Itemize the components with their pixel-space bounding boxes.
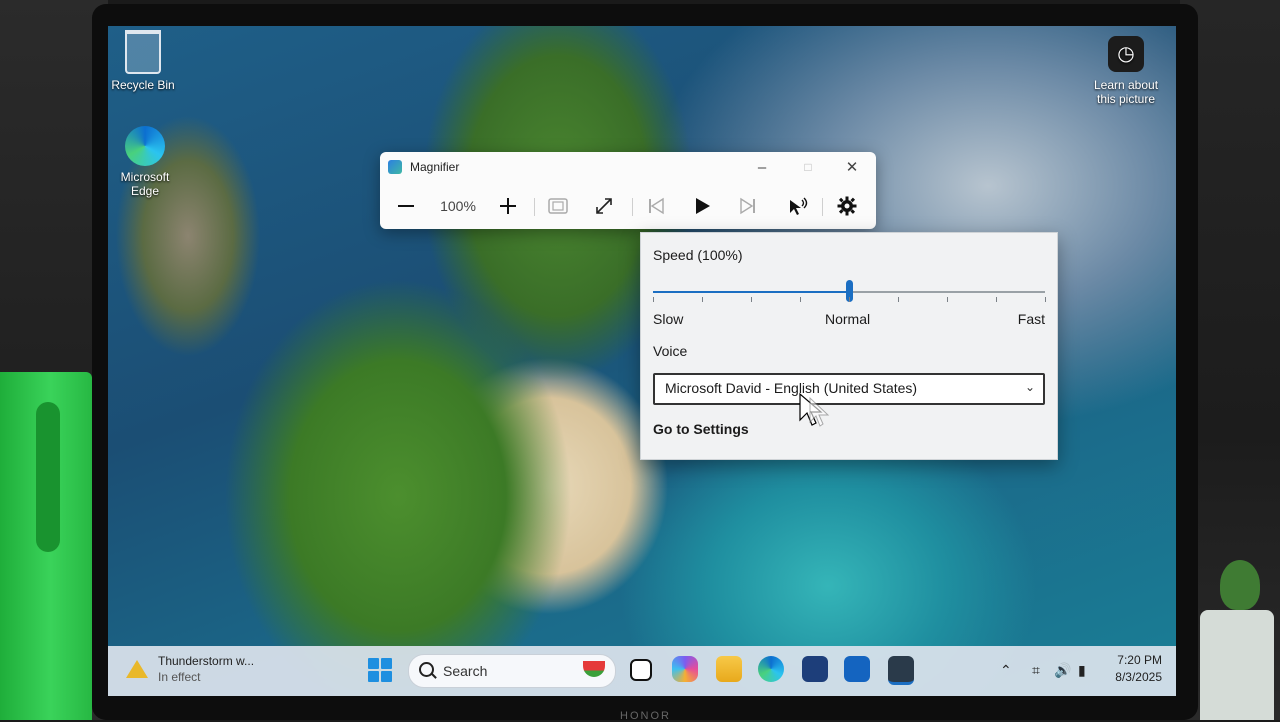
- skip-back-icon: [649, 197, 664, 215]
- desktop-icon-recycle-bin[interactable]: Recycle Bin: [108, 30, 178, 92]
- copilot-icon[interactable]: [672, 656, 698, 682]
- magnifier-taskbar-icon[interactable]: [888, 656, 914, 685]
- speed-slider-tick: [849, 297, 850, 302]
- speed-fast-label: Fast: [1017, 311, 1045, 327]
- voice-label: Voice: [653, 343, 688, 359]
- desktop-icon-label: Recycle Bin: [111, 78, 175, 92]
- speed-slider[interactable]: [653, 280, 1045, 302]
- zoom-out-button[interactable]: [394, 188, 418, 224]
- speed-slider-tick: [947, 297, 948, 302]
- voice-selected-value: Microsoft David - English (United States…: [665, 380, 918, 396]
- chevron-down-icon: ⌄: [1024, 380, 1035, 394]
- watermelon-icon: [583, 661, 605, 677]
- speed-slider-tick: [653, 297, 654, 302]
- zoom-in-button[interactable]: [496, 188, 520, 224]
- plus-icon: [500, 198, 516, 214]
- task-view-icon[interactable]: [630, 659, 652, 681]
- edge-icon: [125, 126, 165, 166]
- speed-slider-tick: [996, 297, 997, 302]
- maximize-button[interactable]: □: [786, 154, 830, 180]
- clock-date: 8/3/2025: [1115, 670, 1162, 684]
- read-previous-button[interactable]: [644, 188, 668, 224]
- lens-view-icon: [548, 198, 568, 214]
- gear-icon: [837, 196, 857, 216]
- phone-stand: [0, 372, 92, 720]
- window-title: Magnifier: [410, 160, 460, 174]
- speed-slider-tick: [1045, 297, 1046, 302]
- speed-slow-label: Slow: [653, 311, 684, 327]
- voice-dropdown[interactable]: Microsoft David - English (United States…: [653, 373, 1045, 405]
- settings-button[interactable]: [834, 188, 860, 224]
- minus-icon: [398, 205, 414, 207]
- edge-icon[interactable]: [758, 656, 784, 682]
- speed-slider-tick: [702, 297, 703, 302]
- wifi-icon[interactable]: ⌗: [1032, 662, 1040, 679]
- read-settings-flyout: Speed (100%) Slow Normal Fast Voice Micr…: [640, 232, 1058, 460]
- close-button[interactable]: ✕: [830, 154, 874, 180]
- weather-widget[interactable]: Thunderstorm w... In effect: [126, 654, 254, 684]
- clock[interactable]: 7:20 PM 8/3/2025: [1115, 652, 1162, 686]
- magnifier-toolbar: 100%: [380, 188, 876, 228]
- speed-slider-tick: [898, 297, 899, 302]
- mouse-cursor-icon: [799, 392, 830, 427]
- taskbar-search[interactable]: Search: [408, 654, 616, 688]
- read-from-here-button[interactable]: [784, 188, 812, 224]
- lens-view-button[interactable]: [546, 188, 570, 224]
- show-hidden-icons[interactable]: ⌃: [1000, 662, 1012, 679]
- outlook-icon[interactable]: [844, 656, 870, 682]
- go-to-settings-link[interactable]: Go to Settings: [653, 421, 749, 437]
- learn-about-picture[interactable]: ◷ Learn about this picture: [1086, 36, 1166, 106]
- speed-normal-label: Normal: [825, 311, 871, 327]
- play-button[interactable]: [690, 188, 714, 224]
- speed-slider-tick: [800, 297, 801, 302]
- play-icon: [696, 198, 710, 214]
- minimize-button[interactable]: –: [740, 154, 784, 180]
- speed-slider-fill: [653, 291, 849, 293]
- clock-time: 7:20 PM: [1117, 653, 1162, 667]
- desktop-screen: Recycle Bin Microsoft Edge ◷ Learn about…: [108, 26, 1176, 696]
- plant-pot: [1200, 610, 1274, 720]
- search-icon: [419, 662, 434, 677]
- warning-icon: [126, 660, 148, 678]
- speed-label: Speed (100%): [653, 247, 743, 263]
- read-from-here-icon: [790, 197, 808, 215]
- magnifier-window: Magnifier – □ ✕ 100%: [380, 152, 876, 229]
- search-placeholder: Search: [443, 663, 488, 679]
- full-screen-button[interactable]: [592, 188, 616, 224]
- zoom-level: 100%: [440, 198, 476, 214]
- plant-leaf: [1220, 560, 1260, 610]
- magnifier-titlebar: Magnifier: [388, 160, 459, 174]
- read-next-button[interactable]: [736, 188, 760, 224]
- expand-icon: [596, 198, 612, 214]
- laptop-brand: HONOR: [620, 710, 671, 722]
- file-explorer-icon[interactable]: [716, 656, 742, 682]
- speed-slider-tick: [751, 297, 752, 302]
- skip-forward-icon: [740, 197, 755, 215]
- microsoft-store-icon[interactable]: [802, 656, 828, 682]
- magnifier-app-icon: [388, 160, 402, 174]
- volume-icon[interactable]: 🔊: [1054, 662, 1071, 679]
- desktop-icon-edge[interactable]: Microsoft Edge: [110, 126, 180, 198]
- desktop-icon-label: Microsoft Edge: [120, 170, 170, 198]
- weather-title: Thunderstorm w...: [158, 654, 255, 668]
- learn-about-label: Learn about this picture: [1093, 78, 1159, 106]
- start-button[interactable]: [368, 658, 392, 682]
- weather-subtitle: In effect: [158, 670, 201, 684]
- camera-lens-icon: ◷: [1108, 36, 1144, 72]
- battery-icon[interactable]: ▮: [1078, 662, 1086, 679]
- taskbar: Thunderstorm w... In effect Search ⌃ ⌗ 🔊…: [108, 646, 1176, 696]
- recycle-bin-icon: [125, 30, 161, 74]
